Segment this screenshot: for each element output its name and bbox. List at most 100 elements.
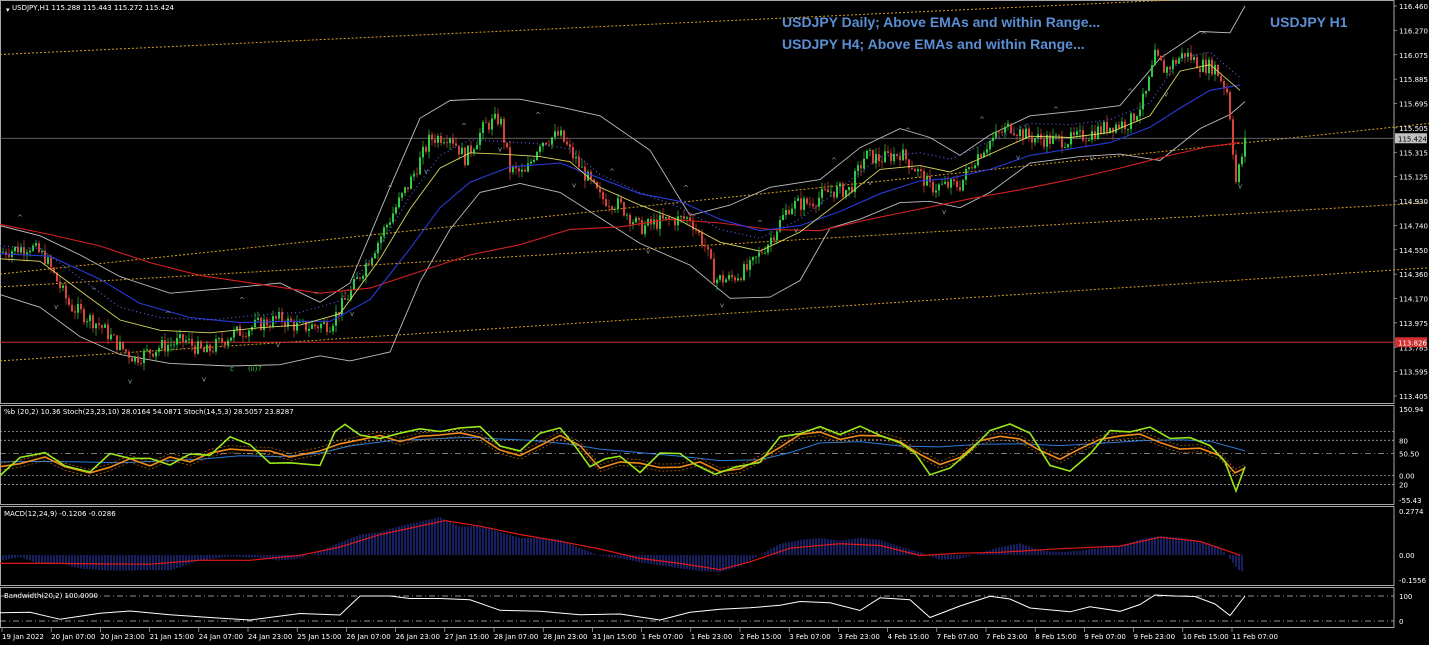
candle-body [1169,66,1171,70]
candle-body [641,219,643,235]
candle-body [758,252,760,257]
time-tick: 9 Feb 07:00 [1084,633,1125,641]
candle-body [14,246,16,252]
fractal-marker: ^ [165,311,171,319]
candle-body [521,169,523,172]
candle-body [707,246,709,250]
candle-body [1130,113,1132,129]
candle-body [557,131,559,136]
candle-body [863,158,865,169]
candle-body [158,348,160,352]
candle-body [542,142,544,147]
candle-body [1154,49,1156,66]
candle-body [1085,140,1087,142]
candle-body [1019,129,1021,137]
candle-body [1139,109,1141,117]
candle-body [701,232,703,246]
fractal-marker: ^ [831,157,837,165]
candle-body [437,135,439,143]
candle-body [467,145,469,166]
candle-body [797,198,799,201]
oscillator-tick: 150.94 [1399,406,1424,414]
candle-body [1229,92,1231,120]
candle-body [791,208,793,215]
candle-body [254,319,256,328]
candle-body [857,165,859,172]
candle-body [17,246,19,253]
candle-body [1103,121,1105,134]
oscillator-tick: -55.43 [1399,497,1422,505]
candle-body [200,341,202,348]
candle-body [569,144,571,148]
candle-body [38,243,40,253]
pane4-title: Bandwidth(20,2) 100.0000 [4,592,98,600]
candle-body [1232,119,1234,155]
price-tick: 116.075 [1399,52,1428,60]
candle-body [1142,93,1144,110]
candle-body [47,257,49,264]
candle-body [722,275,724,283]
candle-body [278,311,280,319]
candle-body [260,317,262,330]
candle-body [413,173,415,177]
candle-body [179,334,181,339]
fractal-marker: ^ [757,220,763,228]
candle-body [1124,121,1126,130]
candle-body [800,198,802,210]
candle-body [446,142,448,144]
candle-body [173,344,175,346]
candle-body [716,279,718,284]
candle-body [440,135,442,143]
candle-body [1100,126,1102,134]
candle-body [317,326,319,329]
candle-body [740,278,742,281]
candle-body [833,191,835,198]
candle-body [263,319,265,330]
fractal-marker: v [128,377,132,385]
candle-body [122,341,124,350]
candle-body [1091,131,1093,140]
candle-body [785,210,787,216]
candle-body [581,166,583,168]
candle-body [905,149,907,160]
fractal-marker: v [498,146,502,154]
candle-body [1010,123,1012,134]
candle-body [614,209,616,210]
candle-body [80,303,82,310]
candle-body [893,153,895,162]
candle-body [125,349,127,352]
candle-body [962,179,964,191]
candle-body [461,147,463,155]
candle-body [161,340,163,349]
candle-body [644,225,646,235]
candle-body [1235,154,1237,183]
candle-body [680,216,682,217]
candle-body [842,183,844,197]
candle-body [167,344,169,352]
candle-body [401,192,403,198]
candle-body [704,245,706,247]
price-tick: 114.170 [1399,296,1428,304]
candle-body [482,122,484,134]
candle-body [1064,147,1066,148]
candle-body [365,263,367,277]
candle-body [1067,144,1069,148]
time-tick: 21 Jan 15:00 [150,633,194,641]
fractal-marker: v [350,310,354,318]
candle-body [746,264,748,270]
candle-body [98,323,100,326]
candle-body [44,251,46,264]
candle-body [770,237,772,245]
oscillator-tick: 80 [1399,437,1408,445]
candle-body [101,325,103,328]
candle-body [1001,132,1003,133]
candle-body [572,147,574,159]
price-tick: 114.930 [1399,198,1428,206]
candle-body [953,179,955,182]
symbol-header: USDJPY,H1 115.288 115.443 115.272 115.42… [12,4,175,12]
trading-chart[interactable]: ^ v ^ v ^ v ^ v ^ v ^ v ^ v ^ v ^ v ^ v ^ v ^ v ^ v ^ v ^ v ^ v ^ v c (ii)?… [0,0,1429,645]
candle-body [155,351,157,357]
candle-body [1157,49,1159,56]
candle-body [194,345,196,354]
candle-body [1073,132,1075,135]
